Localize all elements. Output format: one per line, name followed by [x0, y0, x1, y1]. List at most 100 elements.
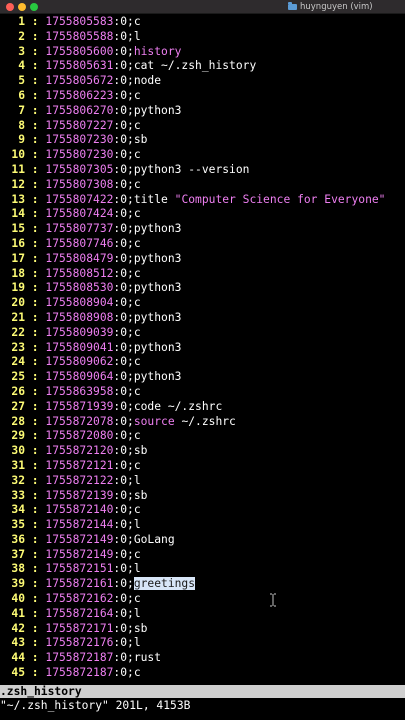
elapsed-field: :0;: [113, 399, 134, 413]
history-line[interactable]: 24 : 1755809062:0;c: [0, 355, 405, 370]
line-separator: :: [25, 15, 46, 28]
history-line[interactable]: 36 : 1755872149:0;GoLang: [0, 533, 405, 548]
line-number: 14: [11, 207, 25, 221]
history-line[interactable]: 6 : 1755806223:0;c: [0, 89, 405, 104]
history-line[interactable]: 8 : 1755807227:0;c: [0, 119, 405, 134]
history-line[interactable]: 22 : 1755809039:0;c: [0, 326, 405, 341]
history-line[interactable]: 25 : 1755809064:0;python3: [0, 370, 405, 385]
history-line[interactable]: 39 : 1755872161:0;greetings: [0, 577, 405, 592]
elapsed-field: :0;: [113, 532, 134, 546]
history-line[interactable]: 16 : 1755807746:0;c: [0, 237, 405, 252]
command-text: GoLang: [133, 532, 175, 546]
history-line[interactable]: 10 : 1755807230:0;c: [0, 148, 405, 163]
history-line[interactable]: 23 : 1755809041:0;python3: [0, 341, 405, 356]
history-line[interactable]: 14 : 1755807424:0;c: [0, 207, 405, 222]
minimize-window-button[interactable]: [18, 3, 26, 11]
history-line[interactable]: 1 : 1755805583:0;c: [0, 15, 405, 30]
history-line[interactable]: 29 : 1755872080:0;c: [0, 429, 405, 444]
history-line[interactable]: 20 : 1755808904:0;c: [0, 296, 405, 311]
history-line[interactable]: 21 : 1755808908:0;python3: [0, 311, 405, 326]
history-line[interactable]: 42 : 1755872171:0;sb: [0, 622, 405, 637]
line-number: 17: [11, 251, 25, 265]
history-line[interactable]: 37 : 1755872149:0;c: [0, 548, 405, 563]
history-line[interactable]: 26 : 1755863958:0;c: [0, 385, 405, 400]
command-text: c: [133, 325, 141, 339]
vim-command-line[interactable]: "~/.zsh_history" 201L, 4153B: [0, 699, 405, 713]
command-text: c: [133, 355, 141, 369]
history-line[interactable]: 44 : 1755872187:0;rust: [0, 651, 405, 666]
history-line[interactable]: 32 : 1755872122:0;l: [0, 474, 405, 489]
command-keyword: source: [133, 414, 182, 428]
line-number: 8: [18, 118, 25, 132]
line-separator: :: [25, 370, 46, 384]
history-line[interactable]: 9 : 1755807230:0;sb: [0, 133, 405, 148]
history-line[interactable]: 19 : 1755808530:0;python3: [0, 281, 405, 296]
elapsed-field: :0;: [113, 488, 134, 502]
history-line[interactable]: 43 : 1755872176:0;l: [0, 636, 405, 651]
line-separator: :: [25, 59, 46, 73]
history-line[interactable]: 28 : 1755872078:0;source ~/.zshrc: [0, 415, 405, 430]
elapsed-field: :0;: [113, 222, 134, 236]
history-line[interactable]: 40 : 1755872162:0;c: [0, 592, 405, 607]
command-text: c: [133, 148, 141, 162]
line-separator: :: [25, 384, 46, 398]
vim-editor-buffer[interactable]: 1 : 1755805583:0;c 2 : 1755805588:0;l 3 : …: [0, 15, 405, 681]
status-filename: .zsh_history: [0, 685, 82, 698]
history-line[interactable]: 12 : 1755807308:0;c: [0, 178, 405, 193]
history-line[interactable]: 34 : 1755872140:0;c: [0, 503, 405, 518]
history-line[interactable]: 3 : 1755805600:0;history: [0, 45, 405, 60]
elapsed-field: :0;: [113, 503, 134, 517]
line-separator: :: [25, 636, 46, 650]
history-line[interactable]: 41 : 1755872164:0;l: [0, 607, 405, 622]
line-number: 16: [11, 236, 25, 250]
line-separator: :: [25, 88, 46, 102]
timestamp: 1755872080: [45, 429, 114, 443]
line-separator: :: [25, 399, 46, 413]
history-line[interactable]: 33 : 1755872139:0;sb: [0, 489, 405, 504]
timestamp: 1755805588: [45, 29, 114, 43]
line-separator: :: [25, 148, 46, 162]
line-separator: :: [25, 118, 46, 132]
history-line[interactable]: 17 : 1755808479:0;python3: [0, 252, 405, 267]
history-line[interactable]: 35 : 1755872144:0;l: [0, 518, 405, 533]
timestamp: 1755807308: [45, 177, 114, 191]
maximize-window-button[interactable]: [30, 3, 38, 11]
history-line[interactable]: 15 : 1755807737:0;python3: [0, 222, 405, 237]
history-line[interactable]: 30 : 1755872120:0;sb: [0, 444, 405, 459]
timestamp: 1755807305: [45, 162, 114, 176]
history-line[interactable]: 7 : 1755806270:0;python3: [0, 104, 405, 119]
command-text: c: [133, 503, 141, 517]
history-line[interactable]: 31 : 1755872121:0;c: [0, 459, 405, 474]
timestamp: 1755809062: [45, 355, 114, 369]
history-line[interactable]: 45 : 1755872187:0;c: [0, 666, 405, 681]
vim-status-line: .zsh_history: [0, 685, 405, 698]
line-number: 12: [11, 177, 25, 191]
history-line[interactable]: 13 : 1755807422:0;title "Computer Scienc…: [0, 193, 405, 208]
line-number: 35: [11, 518, 25, 532]
window-title-text: huynguyen (vim): [300, 2, 373, 12]
close-window-button[interactable]: [6, 3, 14, 11]
history-line[interactable]: 11 : 1755807305:0;python3 --version: [0, 163, 405, 178]
command-text: c: [133, 236, 141, 250]
line-number: 33: [11, 488, 25, 502]
history-line[interactable]: 27 : 1755871939:0;code ~/.zshrc: [0, 400, 405, 415]
history-line[interactable]: 38 : 1755872151:0;l: [0, 562, 405, 577]
elapsed-field: :0;: [113, 103, 134, 117]
window-titlebar[interactable]: huynguyen (vim): [0, 0, 405, 14]
command-text: l: [133, 518, 141, 532]
command-text: l: [133, 29, 141, 43]
history-line[interactable]: 4 : 1755805631:0;cat ~/.zsh_history: [0, 59, 405, 74]
elapsed-field: :0;: [113, 621, 134, 635]
elapsed-field: :0;: [113, 118, 134, 132]
history-line[interactable]: 18 : 1755808512:0;c: [0, 267, 405, 282]
timestamp: 1755807746: [45, 236, 114, 250]
line-number: 39: [11, 577, 25, 591]
line-number: 10: [11, 148, 25, 162]
command-text: python3: [133, 340, 182, 354]
elapsed-field: :0;: [113, 577, 134, 591]
history-line[interactable]: 2 : 1755805588:0;l: [0, 30, 405, 45]
elapsed-field: :0;: [113, 296, 134, 310]
timestamp: 1755808479: [45, 251, 114, 265]
history-line[interactable]: 5 : 1755805672:0;node: [0, 74, 405, 89]
line-separator: :: [25, 577, 46, 591]
